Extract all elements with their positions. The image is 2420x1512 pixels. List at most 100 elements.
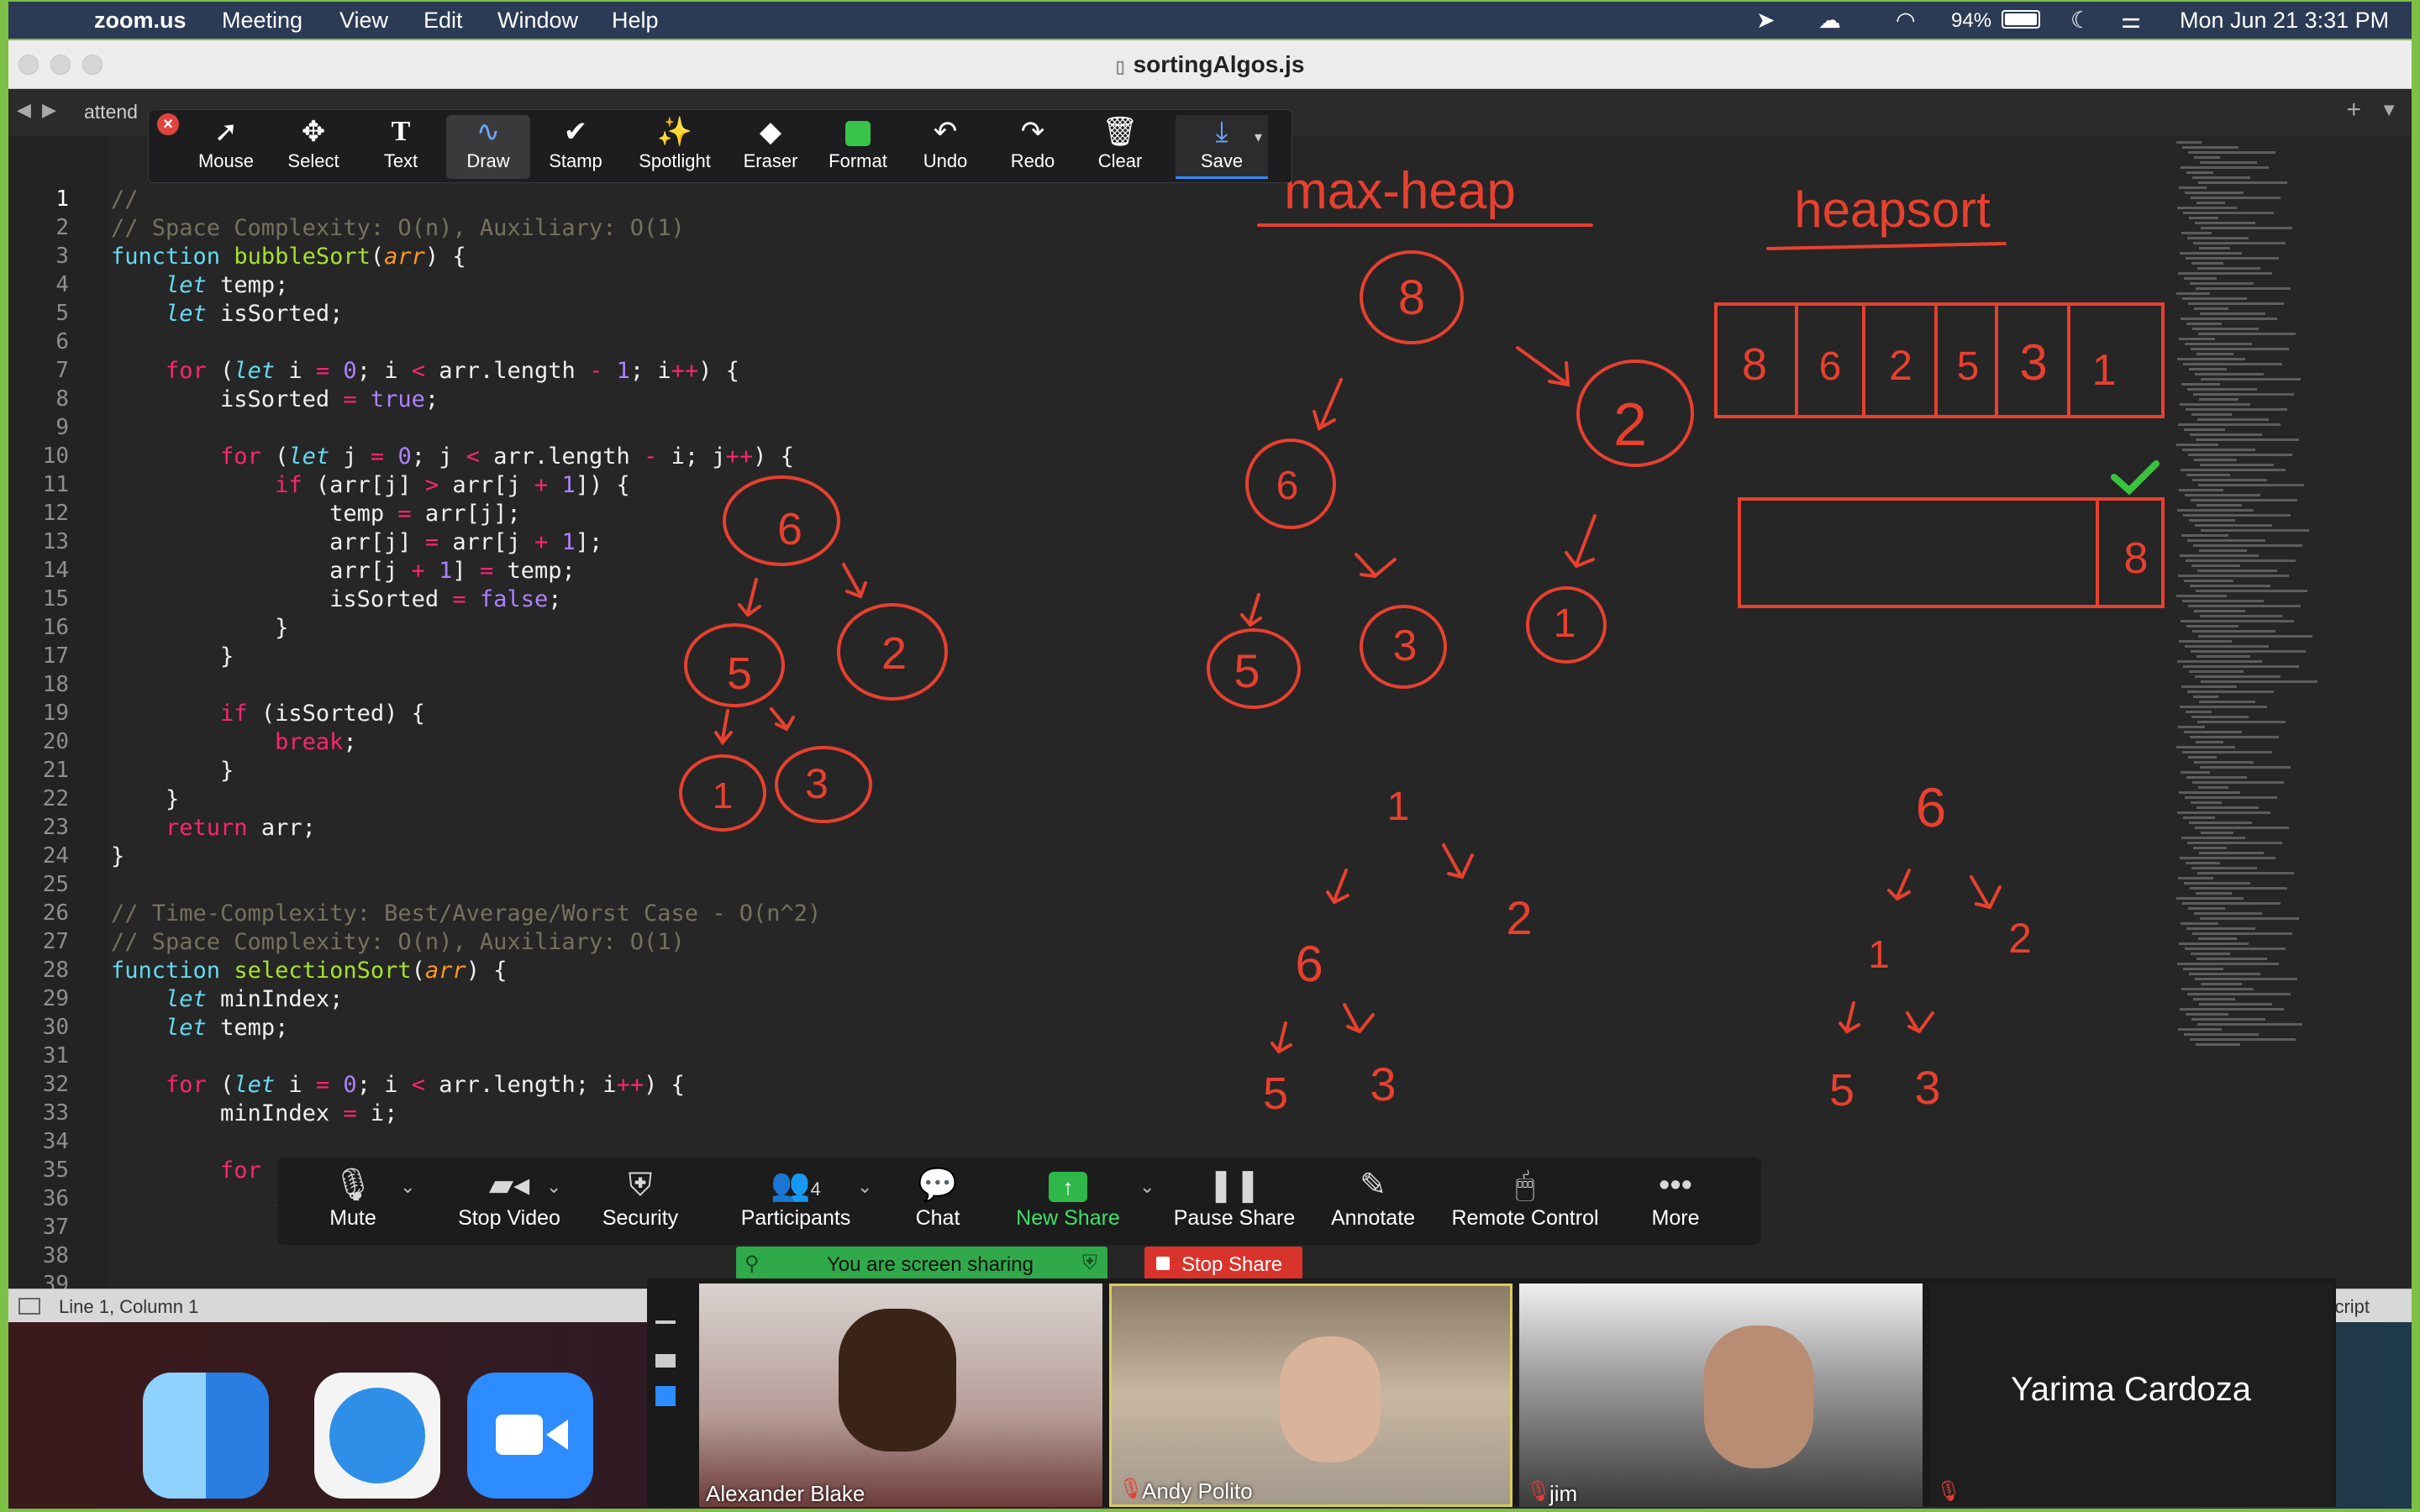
gallery-view-icon (655, 1386, 676, 1406)
chat-button[interactable]: 💬 Chat (896, 1164, 980, 1240)
small-tree-2-arrow-4 (1906, 1011, 1934, 1034)
small-tree-1-label-3: 3 (1370, 1058, 1396, 1110)
chat-icon: 💬 (918, 1168, 958, 1203)
close-annotation-icon[interactable]: × (157, 113, 179, 135)
video-options-chevron-icon[interactable]: ⌄ (546, 1176, 561, 1198)
undo-icon: ↶ (933, 116, 958, 148)
annotate-button[interactable]: ✎ Annotate (1326, 1164, 1420, 1240)
maxheap-label-1: 1 (1554, 601, 1576, 646)
strip-view-icon (655, 1354, 676, 1368)
left-node-label-5: 5 (727, 648, 752, 699)
left-arrow-1 (738, 578, 761, 617)
maxheap-label-3: 3 (1393, 622, 1418, 670)
small-tree-1-arrow-1 (1442, 843, 1474, 879)
array-top-cell-5: 3 (2019, 334, 2047, 391)
left-arrow-3 (714, 709, 733, 746)
participant-name: jim (1549, 1481, 1578, 1506)
array-top-cell-2: 6 (1819, 344, 1842, 389)
annotate-redo-button[interactable]: ↷ Redo (991, 115, 1075, 179)
small-tree-1-label-2: 2 (1506, 891, 1532, 944)
participants-icon: 👥4 (771, 1168, 821, 1203)
annotate-undo-button[interactable]: ↶ Undo (903, 115, 987, 179)
more-button[interactable]: ••• More (1634, 1164, 1718, 1240)
annotate-save-button[interactable]: ⤓ Save (1176, 115, 1268, 179)
maxheap-arrow-5 (1565, 514, 1597, 569)
annotate-eraser-button[interactable]: ◆ Eraser (729, 115, 813, 179)
annotate-spotlight-button[interactable]: ✨ Spotlight (626, 115, 723, 179)
annotate-clear-button[interactable]: 🗑 Clear (1078, 115, 1162, 179)
stop-share-button[interactable]: Stop Share (1144, 1247, 1302, 1282)
new-share-button[interactable]: ↑ New Share (1013, 1164, 1123, 1240)
avatar (1704, 1326, 1813, 1468)
small-tree-1-arrow-3 (1270, 1021, 1292, 1054)
draw-icon: ∿ (476, 116, 501, 148)
small-tree-2-label-5: 5 (1829, 1065, 1854, 1116)
trash-icon: 🗑 (1102, 116, 1139, 148)
annotate-text-button[interactable]: T Text (359, 115, 443, 179)
small-tree-2-label-6: 6 (1916, 776, 1947, 838)
participant-name: Alexander Blake (706, 1481, 865, 1506)
pin-icon: ⚲ (744, 1252, 760, 1275)
shield-icon: ⛨ (628, 1168, 653, 1203)
annotate-mouse-button[interactable]: ➚ Mouse (184, 115, 268, 179)
participant-count: 4 (810, 1179, 821, 1200)
cursor-icon: ➚ (213, 116, 239, 148)
participants-options-chevron-icon[interactable]: ⌄ (857, 1176, 872, 1198)
pause-share-button[interactable]: ❚❚ Pause Share (1171, 1164, 1297, 1240)
maxheap-arrow-1 (1313, 378, 1343, 431)
screen-sharing-banner[interactable]: ⚲ You are screen sharing ⛨ (736, 1247, 1107, 1282)
left-node-label-3: 3 (805, 760, 829, 807)
left-node-label-6: 6 (777, 504, 802, 554)
format-icon (816, 115, 900, 149)
ellipsis-icon: ••• (1659, 1168, 1692, 1203)
screen-sharing-text: You are screen sharing (827, 1253, 1034, 1276)
muted-microphone-icon: 🎙 (1526, 1480, 1552, 1503)
left-arrow-2 (842, 563, 867, 599)
small-tree-2-arrow-1 (1887, 869, 1911, 901)
annotate-format-button[interactable]: Format (816, 115, 900, 179)
heap-array-bottom (1738, 497, 2165, 608)
avatar (1280, 1336, 1381, 1462)
text-icon: T (391, 116, 411, 147)
left-node-label-2: 2 (881, 628, 907, 679)
maxheap-label-2: 2 (1613, 391, 1647, 459)
maxheap-label-5: 5 (1234, 644, 1260, 697)
annotate-select-button[interactable]: ✥ Select (271, 115, 355, 179)
remote-control-button[interactable]: 🖱 Remote Control (1445, 1164, 1605, 1240)
maxheap-title: max-heap (1284, 162, 1516, 220)
video-strip: Alexander Blake 🎙 Andy Polito 🎙 jim Yari… (647, 1278, 2336, 1507)
video-tile-jim[interactable]: 🎙 jim (1519, 1284, 1923, 1507)
array-top-cell-4: 5 (1957, 344, 1980, 389)
maxheap-arrow-3 (1355, 553, 1397, 579)
mouse-icon: 🖱 (1515, 1168, 1535, 1203)
redo-icon: ↷ (1020, 116, 1045, 148)
mute-button[interactable]: 🎙 Mute (311, 1164, 395, 1240)
array-top-cell-1: 8 (1742, 339, 1767, 390)
minimize-icon (655, 1320, 676, 1324)
share-options-chevron-icon[interactable]: ⌄ (1139, 1176, 1155, 1198)
share-screen-icon: ↑ (1013, 1164, 1123, 1206)
checkmark-icon: ✔ (563, 116, 588, 148)
muted-microphone-icon: 🎙 (1118, 1478, 1144, 1500)
video-tile-alexander[interactable]: Alexander Blake (699, 1284, 1102, 1507)
check-stamp (2111, 460, 2160, 496)
annotate-draw-button[interactable]: ∿ Draw (446, 115, 530, 179)
meeting-controls: 🎙 Mute ⌄ ▰◂ Stop Video ⌄ ⛨ Security 👥4 Parti… (277, 1158, 1761, 1245)
video-tile-yarima[interactable]: Yarima Cardoza 🎙 (1929, 1284, 2333, 1507)
security-button[interactable]: ⛨ Security (590, 1164, 691, 1240)
small-tree-2-label-1: 1 (1868, 932, 1890, 976)
eraser-icon: ◆ (759, 116, 782, 148)
participants-button[interactable]: 👥4 Participants (733, 1164, 859, 1240)
small-tree-2-arrow-2 (1970, 875, 2002, 910)
left-arrow-4 (770, 707, 795, 732)
array-top-cell-3: 2 (1889, 342, 1912, 389)
participant-name: Yarima Cardoza (2010, 1371, 2252, 1408)
view-toggle[interactable] (655, 1320, 679, 1421)
audio-options-chevron-icon[interactable]: ⌄ (400, 1176, 415, 1198)
annotate-stamp-button[interactable]: ✔ Stamp (534, 115, 618, 179)
participant-name: Andy Polito (1142, 1478, 1253, 1504)
maxheap-label-8: 8 (1398, 270, 1425, 325)
small-tree-1-label-6: 6 (1295, 936, 1323, 992)
video-tile-andy[interactable]: 🎙 Andy Polito (1109, 1284, 1512, 1507)
save-options-chevron-icon[interactable]: ▾ (1255, 129, 1262, 146)
